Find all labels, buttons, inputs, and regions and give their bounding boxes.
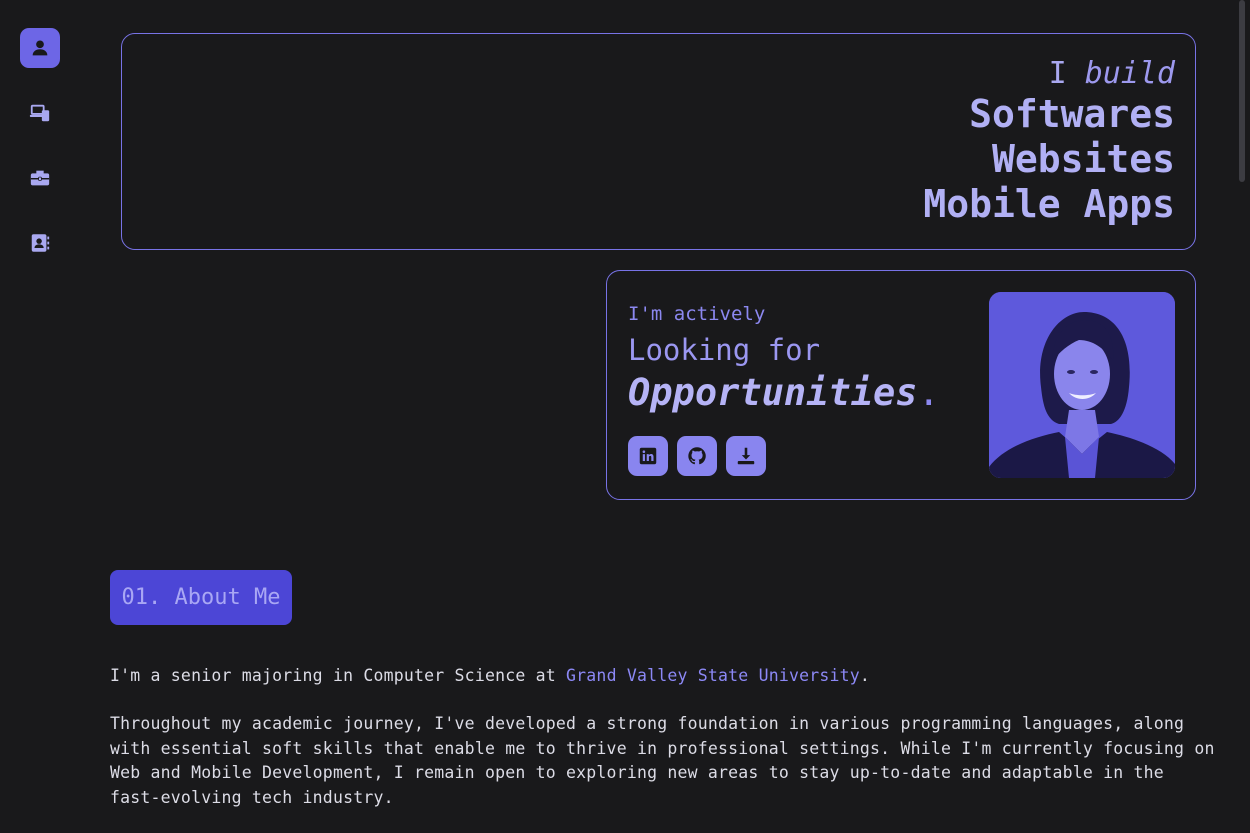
nav-contact-button[interactable] — [20, 223, 60, 263]
about-p1-prefix: I'm a senior majoring in Computer Scienc… — [110, 666, 567, 685]
scrollbar-thumb[interactable] — [1239, 0, 1245, 182]
page-scrollbar[interactable] — [1238, 0, 1246, 833]
hero-line-softwares: Softwares — [969, 92, 1175, 136]
github-icon — [688, 447, 706, 465]
hero-line-mobile-apps: Mobile Apps — [923, 182, 1175, 226]
github-button[interactable] — [677, 436, 717, 476]
opportunities-card: I'm actively Looking for Opportunities. — [606, 270, 1196, 500]
linkedin-icon — [639, 447, 657, 465]
opportunities-word: Opportunities — [628, 371, 918, 414]
devices-icon — [29, 104, 50, 122]
about-paragraph-2: Throughout my academic journey, I've dev… — [110, 714, 1215, 807]
briefcase-icon — [30, 170, 50, 186]
opportunities-small-text: I'm actively — [628, 303, 766, 325]
about-section-title: 01. About Me — [110, 570, 292, 625]
university-link[interactable]: Grand Valley State University — [566, 666, 860, 685]
portrait-image — [989, 292, 1175, 478]
download-resume-button[interactable] — [726, 436, 766, 476]
sidebar-nav — [0, 0, 80, 833]
about-p1-suffix: . — [859, 666, 871, 685]
hero-intro: I build — [923, 56, 1175, 92]
hero-text: I build Softwares Websites Mobile Apps — [923, 56, 1175, 227]
profile-photo — [989, 292, 1175, 478]
opportunities-large-text: Opportunities. — [628, 371, 940, 414]
hero-verb: build — [1084, 56, 1175, 91]
hero-prefix: I — [1048, 56, 1067, 91]
linkedin-button[interactable] — [628, 436, 668, 476]
about-paragraph-1: I'm a senior majoring in Computer Scienc… — [110, 664, 1220, 689]
nav-projects-button[interactable] — [20, 93, 60, 133]
opportunities-dot: . — [917, 371, 940, 414]
user-icon — [32, 40, 48, 56]
nav-experience-button[interactable] — [20, 158, 60, 198]
hero-line-websites: Websites — [991, 137, 1175, 181]
hero-card: I build Softwares Websites Mobile Apps — [121, 33, 1196, 250]
social-links — [628, 436, 766, 476]
opportunities-medium-text: Looking for — [628, 333, 821, 367]
nav-profile-button[interactable] — [20, 28, 60, 68]
contact-book-icon — [31, 234, 50, 252]
download-icon — [737, 447, 755, 465]
